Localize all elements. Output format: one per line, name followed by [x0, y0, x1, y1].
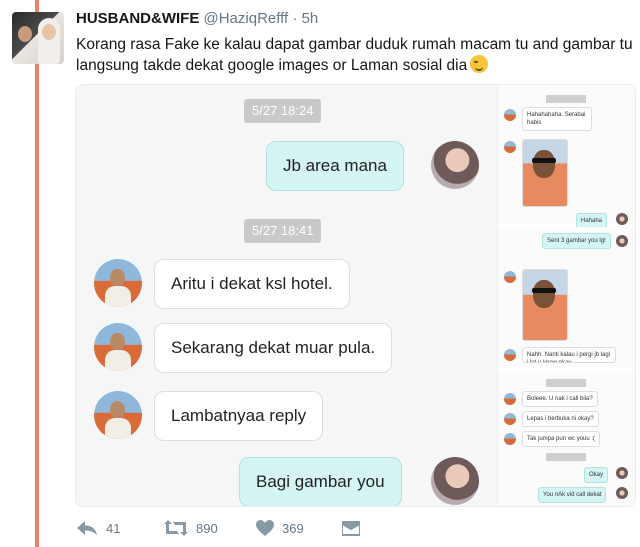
- tweet-header: HUSBAND&WIFE @HaziqRefff · 5h: [76, 10, 318, 27]
- author-avatar[interactable]: [12, 12, 64, 64]
- avatar-face: [110, 401, 125, 419]
- mini-chat-panel: Hahahahaha. Serabai habis Hahaha: [498, 85, 635, 229]
- reply-icon: [77, 521, 97, 535]
- chat-bubble-outgoing: Jb area mana: [266, 141, 404, 191]
- mini-bubble: Hahahahaha. Serabai habis: [522, 107, 592, 131]
- thread-line: [35, 0, 39, 547]
- mini-chat-panel: Boleee. U nak i call bila? Lepas i berbu…: [498, 371, 635, 506]
- avatar-face: [110, 269, 125, 287]
- mini-avatar: [504, 141, 516, 153]
- mini-avatar: [504, 271, 516, 283]
- chat-timestamp: 5/27 18:41: [244, 219, 322, 243]
- mini-bubble: Sent 3 gambar you lg!: [542, 233, 611, 249]
- photo-glasses: [532, 288, 556, 293]
- chat-timestamp: 5/27 18:24: [244, 99, 322, 123]
- tweet-time[interactable]: 5h: [302, 10, 319, 27]
- chat-bubble-incoming: Aritu i dekat ksl hotel.: [154, 259, 350, 309]
- mini-avatar: [504, 413, 516, 425]
- avatar-face-1: [18, 26, 32, 42]
- sender-avatar: [431, 141, 479, 189]
- mini-bubble: Boleee. U nak i call bila?: [522, 391, 598, 407]
- sender-avatar: [431, 457, 479, 505]
- separator: ·: [292, 10, 298, 27]
- mini-avatar: [616, 467, 628, 479]
- mini-timestamp: [546, 453, 586, 461]
- mini-photo: [522, 269, 568, 341]
- reply-count: 41: [106, 520, 121, 536]
- avatar-face: [110, 333, 125, 351]
- retweet-button[interactable]: 890: [164, 516, 218, 540]
- direct-message-button[interactable]: [342, 516, 360, 540]
- receiver-avatar: [94, 259, 142, 307]
- user-handle[interactable]: @HaziqRefff: [204, 10, 289, 27]
- mini-avatar: [504, 393, 516, 405]
- photo-glasses: [532, 158, 556, 163]
- mini-avatar: [616, 213, 628, 225]
- avatar-body: [105, 418, 131, 439]
- display-name[interactable]: HUSBAND&WIFE: [76, 10, 199, 27]
- mini-bubble: Nahh. Nanti kalau i pergi jb lagi i let …: [522, 347, 616, 363]
- avatar-body: [105, 350, 131, 371]
- mini-bubble: Tak jumpa pun wc youu :(: [522, 431, 601, 447]
- heart-icon: [256, 520, 274, 536]
- mini-bubble: You nAk vid call dekat: [538, 487, 607, 503]
- chat-bubble-outgoing: Bagi gambar you: [239, 457, 402, 506]
- tweet-text-block: Korang rasa Fake ke kalau dapat gambar d…: [76, 34, 636, 76]
- mini-chat-screenshots: Hahahahaha. Serabai habis Hahaha Sent 3 …: [498, 85, 635, 506]
- mini-avatar: [504, 349, 516, 361]
- mini-timestamp: [546, 379, 586, 387]
- chat-bubble-incoming: Lambatnyaa reply: [154, 391, 324, 441]
- retweet-icon: [164, 520, 188, 536]
- receiver-avatar: [94, 323, 142, 371]
- mini-photo: [522, 139, 568, 207]
- avatar-face-2: [42, 24, 56, 40]
- chat-bubble-incoming: Sekarang dekat muar pula.: [154, 323, 393, 373]
- receiver-avatar: [94, 391, 142, 439]
- mini-avatar: [504, 433, 516, 445]
- mini-avatar: [616, 235, 628, 247]
- mini-bubble: Lepas i berbuka ni okay?: [522, 411, 599, 427]
- avatar-body: [105, 286, 131, 307]
- chat-screenshot: 5/27 18:24 Jb area mana 5/27 18:41 Aritu…: [76, 85, 496, 506]
- winking-face-icon: [470, 55, 489, 73]
- photo-face: [533, 150, 555, 178]
- mini-bubble: Okay: [584, 467, 609, 483]
- mini-chat-panel: Sent 3 gambar you lg! Nahh. Nanti kalau …: [498, 227, 635, 367]
- reply-button[interactable]: 41: [76, 516, 120, 540]
- like-button[interactable]: 369: [256, 516, 304, 540]
- retweet-count: 890: [196, 520, 218, 536]
- tweet-image[interactable]: 5/27 18:24 Jb area mana 5/27 18:41 Aritu…: [75, 84, 636, 507]
- like-count: 369: [282, 520, 304, 536]
- envelope-icon: [342, 521, 360, 536]
- mini-avatar: [504, 109, 516, 121]
- mini-timestamp: [546, 95, 586, 103]
- photo-face: [533, 280, 555, 308]
- mini-avatar: [616, 487, 628, 499]
- tweet-body: Korang rasa Fake ke kalau dapat gambar d…: [76, 36, 633, 74]
